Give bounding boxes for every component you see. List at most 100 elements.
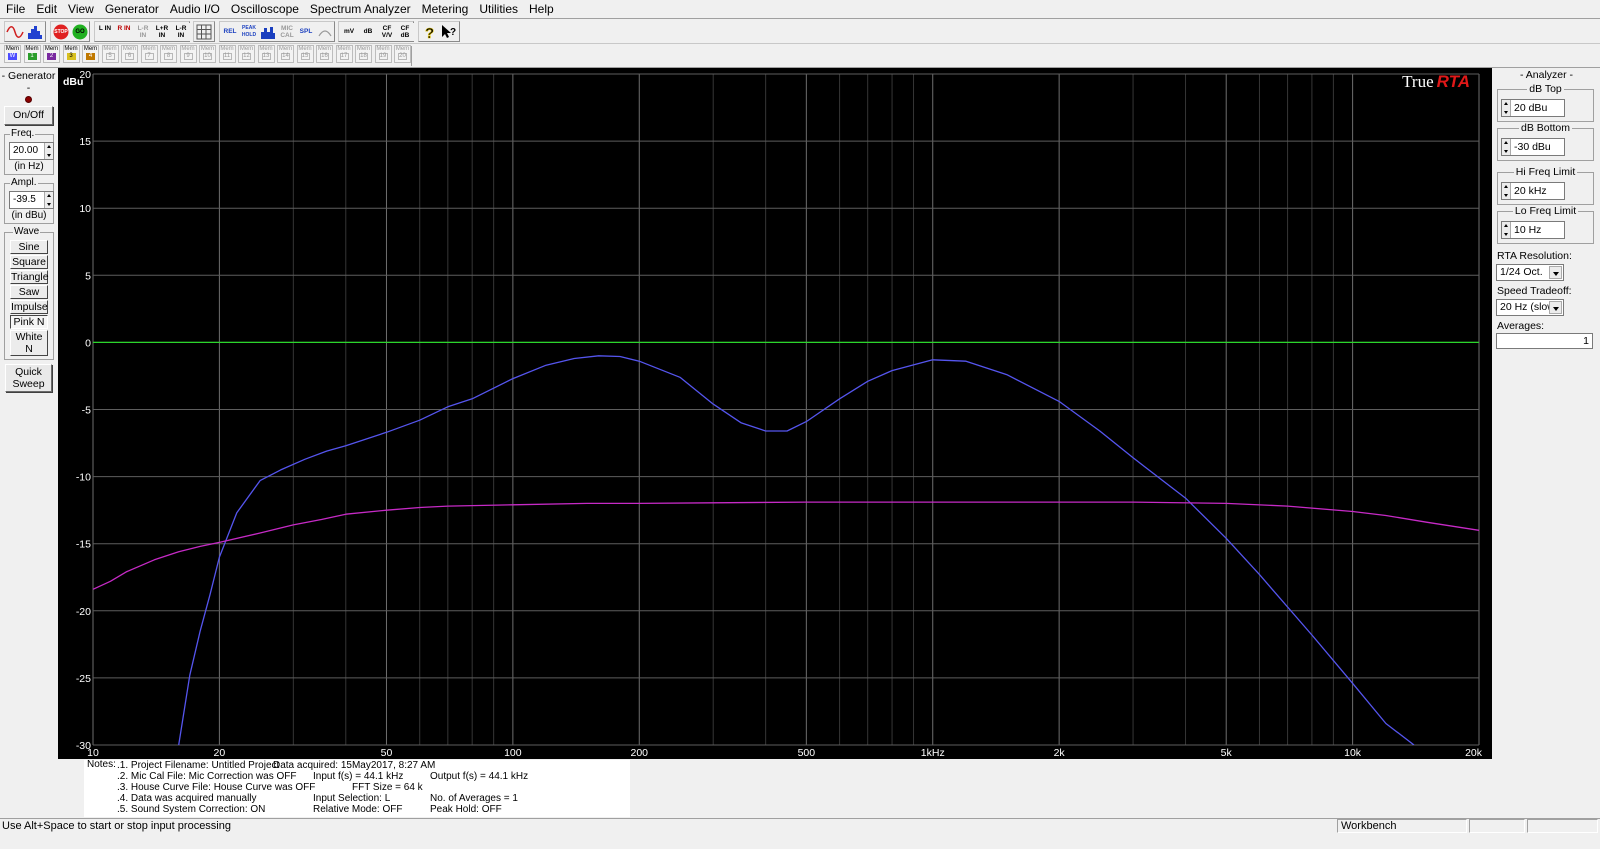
menu-metering[interactable]: Metering: [416, 0, 474, 17]
averaging-button[interactable]: [259, 23, 277, 41]
lo-freq-spinner[interactable]: 10 Hz: [1501, 221, 1565, 239]
spectrum-view-button[interactable]: [26, 23, 44, 41]
spectrum-chart[interactable]: 20151050-5-10-15-20-25-30dBu10 20 50 100 200…: [58, 68, 1492, 759]
left-input-button[interactable]: L IN: [96, 23, 114, 41]
spl-button[interactable]: SPL: [297, 23, 315, 41]
note-peak-hold: Peak Hold: OFF: [430, 804, 502, 815]
memory-11-button[interactable]: Mem 11: [218, 45, 236, 63]
memory-18-button[interactable]: Mem 18: [355, 45, 372, 63]
memory-17-button[interactable]: Mem 17: [335, 45, 353, 63]
memory-number: 12: [242, 53, 251, 60]
rta-resolution-select[interactable]: 1/24 Oct.: [1496, 264, 1564, 281]
db-bottom-spinner[interactable]: -30 dBu: [1501, 138, 1565, 156]
spectrum-plot[interactable]: 20 15 10 5 0 -5 -10 -15 -20 -25 -30 dBu 10 20 50 100 200…: [58, 68, 1492, 759]
wave-sine-button[interactable]: Sine: [10, 240, 48, 254]
crest-factor-vv-button[interactable]: CF V/V: [378, 23, 396, 41]
memory-word: Mem: [259, 46, 273, 52]
amplitude-legend: Ampl.: [10, 177, 38, 188]
chevron-down-icon[interactable]: [1549, 266, 1562, 279]
help-glyph: ?: [425, 25, 434, 41]
memory-number: 5: [105, 53, 115, 60]
memory-word: Mem: [161, 46, 176, 52]
menu-generator[interactable]: Generator: [99, 0, 164, 17]
rta-resolution-value: 1/24 Oct.: [1500, 266, 1543, 278]
memory-19-button[interactable]: Mem 19: [374, 45, 392, 63]
decibel-button[interactable]: dB: [359, 23, 377, 41]
quick-sweep-button[interactable]: Quick Sweep: [5, 364, 52, 392]
db-bottom-spin-arrows[interactable]: [1502, 139, 1511, 155]
stop-button[interactable]: STOP: [52, 23, 70, 41]
stereo-input-button[interactable]: L-R IN: [134, 23, 152, 41]
generator-onoff-button[interactable]: On/Off: [4, 106, 53, 125]
speed-tradeoff-select[interactable]: 20 Hz (slow): [1496, 299, 1564, 316]
relative-mode-button[interactable]: REL: [221, 23, 239, 41]
menu-audio-io[interactable]: Audio I/O: [164, 0, 225, 17]
memory-word: Mem: [122, 46, 137, 52]
memory-13-button[interactable]: Mem 13: [257, 45, 275, 63]
oscilloscope-view-button[interactable]: [6, 23, 24, 41]
averages-input[interactable]: 1: [1496, 333, 1593, 349]
grid-toggle-button[interactable]: [195, 23, 213, 41]
memory-14-button[interactable]: Mem 14: [277, 45, 294, 63]
menu-spectrum-analyzer[interactable]: Spectrum Analyzer: [304, 0, 416, 17]
memory-8-button[interactable]: Mem 8: [160, 45, 177, 63]
memory-20-button[interactable]: Mem 20: [394, 45, 411, 63]
memory-6-button[interactable]: Mem 6: [121, 45, 138, 63]
chevron-down-icon[interactable]: [1549, 301, 1562, 314]
frequency-spin-arrows[interactable]: [44, 143, 53, 159]
memory-5-button[interactable]: Mem 5: [101, 45, 119, 63]
help-button[interactable]: ?: [420, 23, 438, 41]
hi-freq-spinner[interactable]: 20 kHz: [1501, 182, 1565, 200]
memory-2-button[interactable]: Mem 2: [43, 45, 60, 63]
db-bottom-label: dB Bottom: [1518, 122, 1573, 134]
menu-utilities[interactable]: Utilities: [473, 0, 523, 17]
memory-10-button[interactable]: Mem 10: [199, 45, 216, 63]
wave-pink-n-button[interactable]: Pink N: [10, 315, 48, 329]
y-tick-label: -15: [76, 539, 91, 551]
db-bottom-group: dB Bottom -30 dBu: [1497, 122, 1594, 161]
peak-hold-button[interactable]: PEAK HOLD: [240, 23, 258, 41]
db-top-value: 20 dBu: [1514, 102, 1548, 114]
analyzer-title: - Analyzer -: [1519, 69, 1574, 81]
memory-9-button[interactable]: Mem 9: [179, 45, 197, 63]
context-help-button[interactable]: ?: [440, 23, 458, 41]
wave-white-n-button[interactable]: White N: [10, 330, 48, 356]
memory-4-button[interactable]: Mem 4: [82, 45, 99, 63]
memory-7-button[interactable]: Mem 7: [140, 45, 158, 63]
amplitude-spinner[interactable]: -39.5: [9, 191, 54, 209]
memory-working-button[interactable]: Mem W: [4, 45, 21, 63]
go-button[interactable]: GO: [71, 23, 89, 41]
memory-1-button[interactable]: Mem 1: [23, 45, 41, 63]
diff-input-button[interactable]: L-R IN: [172, 23, 190, 41]
wave-impulse-button[interactable]: Impulse: [10, 300, 48, 314]
memory-number: 10: [203, 53, 212, 60]
mic-cal-button[interactable]: MIC CAL: [278, 23, 296, 41]
hi-freq-spin-arrows[interactable]: [1502, 183, 1511, 199]
memory-15-button[interactable]: Mem 15: [296, 45, 314, 63]
lo-freq-spin-arrows[interactable]: [1502, 222, 1511, 238]
frequency-spinner[interactable]: 20.00: [9, 142, 54, 160]
db-top-spin-arrows[interactable]: [1502, 100, 1511, 116]
memory-3-button[interactable]: Mem 3: [62, 45, 80, 63]
wave-saw-button[interactable]: Saw: [10, 285, 48, 299]
sum-input-button[interactable]: L+R IN: [153, 23, 171, 41]
house-curve-button[interactable]: [316, 23, 334, 41]
right-input-button[interactable]: R IN: [115, 23, 133, 41]
memory-word: Mem: [44, 46, 59, 52]
memory-12-button[interactable]: Mem 12: [238, 45, 255, 63]
menu-edit[interactable]: Edit: [30, 0, 62, 17]
amplitude-spin-arrows[interactable]: [44, 192, 53, 208]
menu-oscilloscope[interactable]: Oscilloscope: [225, 0, 304, 17]
y-tick-label: -10: [76, 472, 91, 484]
wave-square-button[interactable]: Square: [10, 255, 48, 269]
menu-view[interactable]: View: [62, 0, 99, 17]
crest-factor-db-button[interactable]: CF dB: [396, 23, 414, 41]
y-tick-label: 10: [79, 203, 91, 215]
note-output-fs: Output f(s) = 44.1 kHz: [430, 771, 529, 782]
wave-triangle-button[interactable]: Triangle: [10, 270, 49, 284]
millivolt-button[interactable]: mV: [340, 23, 358, 41]
db-top-spinner[interactable]: 20 dBu: [1501, 99, 1565, 117]
menu-file[interactable]: File: [0, 0, 30, 17]
menu-help[interactable]: Help: [523, 0, 559, 17]
memory-16-button[interactable]: Mem 16: [316, 45, 333, 63]
